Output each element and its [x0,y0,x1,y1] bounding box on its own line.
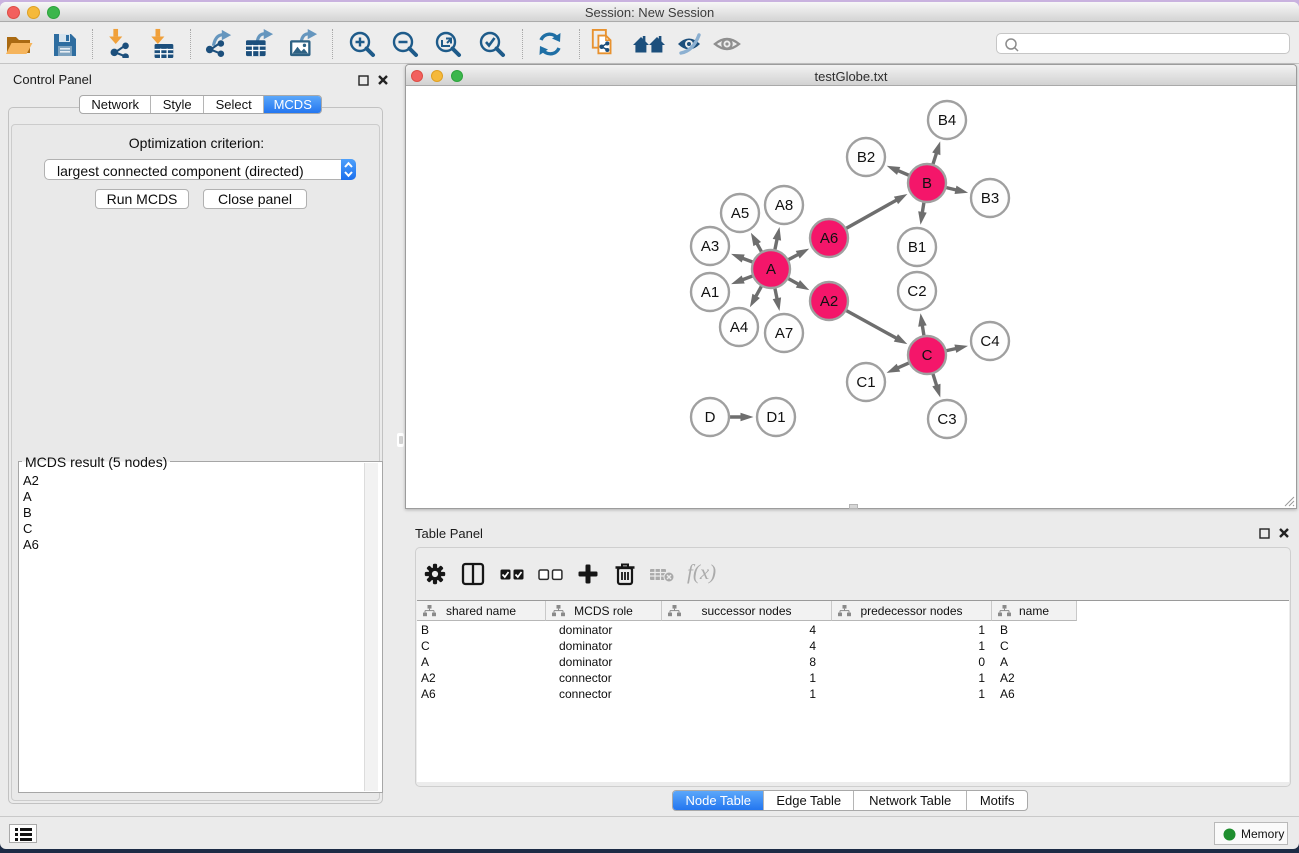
svg-text:B2: B2 [857,149,875,166]
svg-text:B: B [922,175,932,192]
svg-text:B3: B3 [981,190,999,207]
svg-text:C1: C1 [856,374,875,391]
svg-text:A4: A4 [730,319,748,336]
svg-text:A8: A8 [775,197,793,214]
svg-text:B1: B1 [908,239,926,256]
svg-text:A6: A6 [820,230,838,247]
svg-text:A: A [766,261,776,278]
svg-text:A5: A5 [731,205,749,222]
svg-text:D1: D1 [766,409,785,426]
svg-text:A1: A1 [701,284,719,301]
svg-text:A7: A7 [775,325,793,342]
svg-text:C2: C2 [907,283,926,300]
svg-text:A3: A3 [701,238,719,255]
svg-text:B4: B4 [938,112,956,129]
svg-text:C: C [922,347,933,364]
svg-text:D: D [705,409,716,426]
svg-text:C4: C4 [980,333,999,350]
svg-text:A2: A2 [820,293,838,310]
svg-text:C3: C3 [937,411,956,428]
